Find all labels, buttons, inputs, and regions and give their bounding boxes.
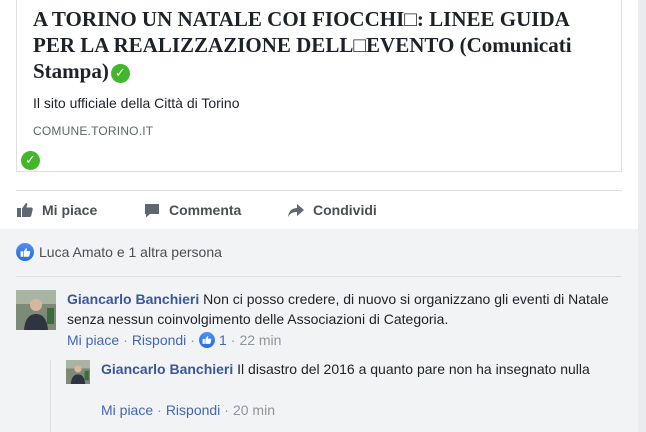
comment-timestamp[interactable]: 22 min — [239, 332, 281, 348]
reply-comment: Giancarlo Banchieri Il disastro del 2016… — [101, 359, 601, 379]
facebook-post: A TORINO UN NATALE COI FIOCCHI□: LINEE G… — [0, 0, 638, 432]
verified-check-icon: ✓ — [21, 151, 40, 170]
comment-author[interactable]: Giancarlo Banchieri — [67, 291, 199, 307]
comment-like-link[interactable]: Mi piace — [67, 332, 119, 348]
comment-icon — [145, 204, 159, 218]
post-action-bar: Mi piace Commenta Condividi — [0, 192, 638, 228]
share-arrow-icon — [288, 204, 304, 217]
comment-timestamp[interactable]: 20 min — [233, 402, 275, 418]
link-preview-title[interactable]: A TORINO UN NATALE COI FIOCCHI□: LINEE G… — [33, 6, 613, 84]
like-reaction-icon — [16, 243, 34, 261]
like-reaction-icon — [198, 332, 215, 348]
divider — [16, 190, 622, 191]
share-button-label: Condividi — [313, 202, 377, 218]
comment: Giancarlo Banchieri Non ci posso credere… — [67, 289, 612, 329]
link-preview-description: Il sito ufficiale della Città di Torino — [33, 95, 240, 111]
comment-button-label: Commenta — [169, 202, 242, 218]
share-button[interactable]: Condividi — [287, 192, 377, 228]
comment-author[interactable]: Giancarlo Banchieri — [101, 361, 233, 377]
reply-thread-line — [50, 360, 51, 432]
comment-like-count[interactable]: 1 — [219, 332, 227, 348]
comment-reply-link[interactable]: Rispondi — [132, 332, 186, 348]
comment-meta: Mi piace · Rispondi · 1 · 22 min — [67, 332, 282, 348]
like-button[interactable]: Mi piace — [16, 192, 97, 228]
thumbs-up-icon — [17, 203, 33, 217]
link-preview-domain: COMUNE.TORINO.IT — [33, 124, 154, 138]
avatar[interactable] — [16, 290, 56, 330]
verified-check-icon: ✓ — [110, 64, 130, 83]
avatar[interactable] — [66, 360, 90, 384]
comments-section: Luca Amato e 1 altra persona Giancarlo B… — [0, 229, 638, 432]
divider — [16, 276, 622, 277]
link-preview-card[interactable]: A TORINO UN NATALE COI FIOCCHI□: LINEE G… — [16, 0, 622, 172]
comment-meta: Mi piace · Rispondi · 20 min — [101, 402, 275, 418]
comment-like-link[interactable]: Mi piace — [101, 402, 153, 418]
comment-reply-link[interactable]: Rispondi — [166, 402, 220, 418]
reactions-summary-text: Luca Amato e 1 altra persona — [39, 244, 222, 260]
like-button-label: Mi piace — [42, 202, 98, 218]
reactions-summary[interactable]: Luca Amato e 1 altra persona — [16, 243, 222, 261]
comment-text: Il disastro del 2016 a quanto pare non h… — [237, 361, 590, 377]
comment-button[interactable]: Commenta — [143, 192, 241, 228]
